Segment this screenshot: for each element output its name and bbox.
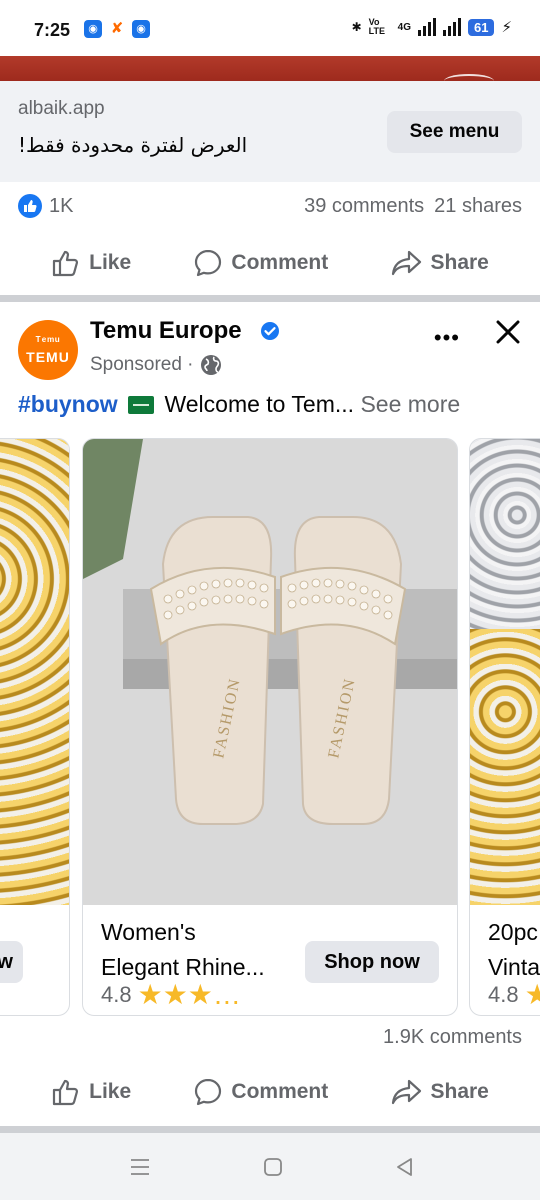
carousel-card[interactable]: now bbox=[0, 438, 70, 1016]
close-icon[interactable] bbox=[493, 317, 523, 347]
share-icon bbox=[391, 1079, 421, 1105]
product-title[interactable]: 20pc Vinta bbox=[488, 915, 540, 985]
product-image-sandals[interactable]: FASHION FASHION bbox=[83, 439, 457, 905]
reaction-count[interactable]: 1K bbox=[49, 195, 73, 218]
share-icon bbox=[391, 250, 421, 276]
globe-icon bbox=[200, 355, 221, 375]
post-header: ᵀᵉᵐᵘ TEMU Temu Europe Sponsored · ••• bbox=[0, 303, 540, 385]
comment-button[interactable]: Comment bbox=[193, 248, 328, 278]
ad-image-bottom[interactable] bbox=[0, 56, 540, 81]
system-indicators: ✱ Vo LTE 4G 61 ⚡ bbox=[352, 18, 512, 36]
volte-label: Vo LTE bbox=[368, 17, 385, 36]
status-time: 7:25 bbox=[34, 20, 71, 40]
like-reaction-icon bbox=[18, 194, 42, 218]
sponsored-text: Sponsored · bbox=[90, 354, 194, 375]
shop-now-button[interactable]: Shop now bbox=[305, 941, 439, 983]
feed-separator bbox=[0, 295, 540, 302]
share-label: Share bbox=[430, 251, 489, 274]
product-title-line-1: 20pc bbox=[488, 919, 538, 945]
product-rating: 4.8 ★ bbox=[488, 981, 540, 1009]
post-action-bar: Like Comment Share bbox=[0, 1062, 540, 1122]
like-label: Like bbox=[89, 251, 132, 274]
system-navigation-bar bbox=[0, 1133, 540, 1200]
feed-separator bbox=[0, 1126, 540, 1133]
saudi-flag-icon bbox=[128, 396, 155, 414]
status-bar: 7:25 ◉ ✘ ◉ ✱ Vo LTE 4G 61 ⚡ bbox=[0, 0, 540, 56]
network-type: 4G bbox=[397, 21, 411, 33]
shop-now-button[interactable]: now bbox=[0, 941, 23, 983]
see-menu-button[interactable]: See menu bbox=[387, 111, 522, 153]
like-button[interactable]: Like bbox=[51, 1077, 131, 1107]
verified-badge-icon bbox=[260, 321, 280, 346]
comments-count[interactable]: 39 comments bbox=[304, 195, 424, 218]
post-action-bar: Like Comment Share bbox=[0, 233, 540, 293]
share-label: Share bbox=[430, 1080, 489, 1103]
thumbs-up-icon bbox=[53, 1079, 79, 1106]
comment-icon bbox=[195, 249, 222, 277]
home-icon[interactable] bbox=[261, 1155, 285, 1179]
carousel-card[interactable]: FASHION FASHION Women's Elegant Rhine...… bbox=[82, 438, 458, 1016]
comment-label: Comment bbox=[231, 251, 329, 274]
product-title-line-1: Women's bbox=[101, 919, 196, 945]
product-image-rings[interactable] bbox=[470, 439, 540, 905]
discord-notification-icon: ◉ bbox=[84, 20, 102, 38]
page-name[interactable]: Temu Europe bbox=[90, 317, 242, 345]
sponsored-label: Sponsored · bbox=[90, 354, 222, 376]
notification-icons: ◉ ✘ ◉ bbox=[84, 20, 150, 38]
like-button[interactable]: Like bbox=[51, 248, 131, 278]
bluetooth-icon: ✱ bbox=[351, 20, 362, 34]
discord-notification-icon-2: ◉ bbox=[132, 20, 150, 38]
comment-icon bbox=[195, 1078, 222, 1106]
post-text: #buynow Welcome to Tem... See more bbox=[18, 391, 528, 418]
battery-indicator: 61 bbox=[467, 18, 495, 36]
see-more-link[interactable]: See more bbox=[360, 391, 460, 417]
link-preview-card[interactable]: albaik.app العرض لفترة محدودة فقط! See m… bbox=[0, 81, 540, 182]
like-label: Like bbox=[89, 1080, 132, 1103]
hashtag-link[interactable]: #buynow bbox=[18, 391, 118, 417]
carousel-card[interactable]: 20pc Vinta 4.8 ★ bbox=[469, 438, 540, 1016]
product-image-gold-rings[interactable] bbox=[0, 439, 69, 905]
product-title[interactable]: Women's Elegant Rhine... bbox=[101, 915, 265, 985]
link-title: العرض لفترة محدودة فقط! bbox=[18, 133, 248, 157]
post-engagement-row: 1K 39 comments 21 shares bbox=[0, 182, 540, 230]
share-button[interactable]: Share bbox=[391, 1077, 489, 1107]
rating-stars-icon: ★★★… bbox=[137, 979, 241, 1010]
page-avatar[interactable]: ᵀᵉᵐᵘ TEMU bbox=[18, 320, 78, 380]
signal-icon-2 bbox=[442, 18, 461, 36]
link-domain: albaik.app bbox=[18, 98, 105, 119]
signal-icon bbox=[417, 18, 436, 36]
comment-label: Comment bbox=[231, 1080, 329, 1103]
charging-icon: ⚡ bbox=[501, 19, 512, 36]
rating-value: 4.8 bbox=[101, 982, 132, 1007]
avatar-brand-text: TEMU bbox=[26, 349, 70, 365]
rating-value: 4.8 bbox=[488, 982, 519, 1007]
avatar-logo-text: ᵀᵉᵐᵘ bbox=[35, 334, 61, 348]
more-options-icon[interactable]: ••• bbox=[434, 325, 460, 351]
recent-apps-icon[interactable] bbox=[128, 1155, 152, 1179]
thumbs-up-icon bbox=[53, 250, 79, 277]
comments-count[interactable]: 1.9K comments bbox=[383, 1026, 522, 1049]
app-notification-icon: ✘ bbox=[110, 20, 124, 37]
rating-stars-icon: ★ bbox=[525, 981, 540, 1009]
product-rating: 4.8 ★★★… bbox=[101, 979, 241, 1010]
back-icon[interactable] bbox=[393, 1155, 417, 1179]
post-body-text: Welcome to Tem... bbox=[164, 391, 355, 417]
comment-button[interactable]: Comment bbox=[193, 1077, 328, 1107]
product-carousel[interactable]: now FASHION FASHION bbox=[0, 438, 540, 1018]
shares-count[interactable]: 21 shares bbox=[434, 195, 522, 218]
share-button[interactable]: Share bbox=[391, 248, 489, 278]
